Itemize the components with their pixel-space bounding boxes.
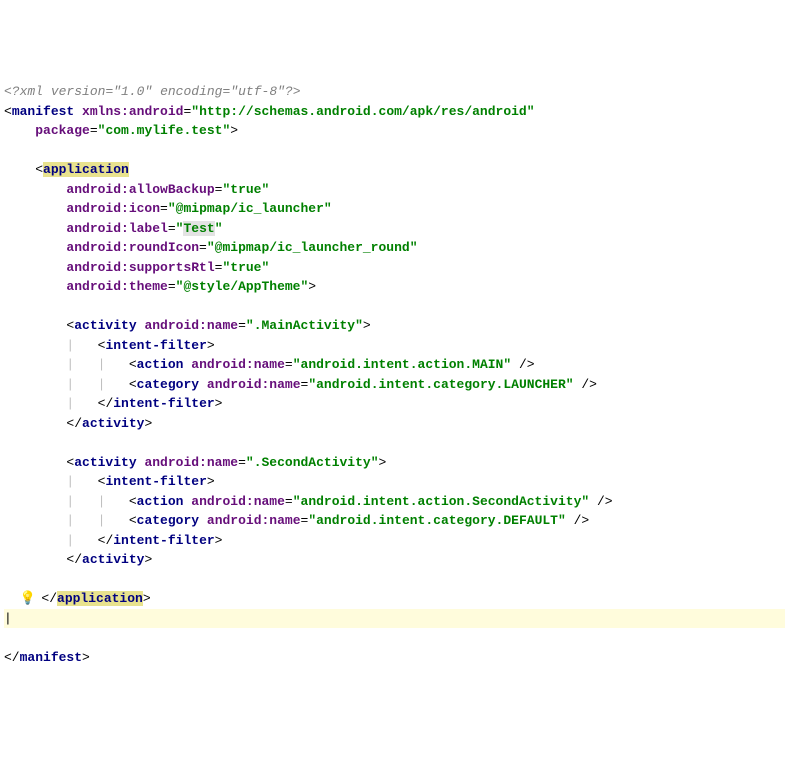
val-roundIcon: "@mipmap/ic_launcher_round"	[207, 240, 418, 255]
activity1-close: activity	[82, 416, 144, 431]
intent-filter1-open: intent-filter	[105, 338, 206, 353]
intent-filter2-open: intent-filter	[105, 474, 206, 489]
application-tag-open: application	[43, 162, 129, 177]
val-allowBackup: "true"	[222, 182, 269, 197]
attr-icon: android:icon	[66, 201, 160, 216]
action1-val: "android.intent.action.MAIN"	[293, 357, 511, 372]
activity1-name-attr: android:name	[144, 318, 238, 333]
attr-roundIcon: android:roundIcon	[66, 240, 199, 255]
activity2-close: activity	[82, 552, 144, 567]
xmlns-attr: xmlns:android	[82, 104, 183, 119]
activity1-name-val: ".MainActivity"	[246, 318, 363, 333]
application-tag-close: application	[57, 591, 143, 606]
caret-line[interactable]: |	[4, 609, 785, 629]
category1-attr: android:name	[207, 377, 301, 392]
val-label: "Test"	[176, 221, 223, 236]
val-supportsRtl: "true"	[222, 260, 269, 275]
xmlns-val: "http://schemas.android.com/apk/res/andr…	[191, 104, 534, 119]
action2-val: "android.intent.action.SecondActivity"	[293, 494, 589, 509]
attr-theme: android:theme	[66, 279, 167, 294]
activity2-name-val: ".SecondActivity"	[246, 455, 379, 470]
action2-attr: android:name	[191, 494, 285, 509]
action2-tag: action	[137, 494, 184, 509]
manifest-tag: manifest	[12, 104, 74, 119]
lightbulb-icon[interactable]: 💡	[20, 589, 34, 609]
manifest-close: manifest	[20, 650, 82, 665]
activity2-tag: activity	[74, 455, 136, 470]
val-theme: "@style/AppTheme"	[176, 279, 309, 294]
category2-tag: category	[137, 513, 199, 528]
category2-val: "android.intent.category.DEFAULT"	[308, 513, 565, 528]
package-attr: package	[35, 123, 90, 138]
category1-tag: category	[137, 377, 199, 392]
activity2-name-attr: android:name	[144, 455, 238, 470]
xml-declaration: <?xml version="1.0" encoding="utf-8"?>	[4, 84, 301, 99]
action1-attr: android:name	[191, 357, 285, 372]
attr-supportsRtl: android:supportsRtl	[66, 260, 214, 275]
code-editor[interactable]: <?xml version="1.0" encoding="utf-8"?> <…	[4, 82, 785, 667]
category1-val: "android.intent.category.LAUNCHER"	[308, 377, 573, 392]
intent-filter2-close: intent-filter	[113, 533, 214, 548]
category2-attr: android:name	[207, 513, 301, 528]
action1-tag: action	[137, 357, 184, 372]
package-val: "com.mylife.test"	[98, 123, 231, 138]
attr-allowBackup: android:allowBackup	[66, 182, 214, 197]
activity1-tag: activity	[74, 318, 136, 333]
intent-filter1-close: intent-filter	[113, 396, 214, 411]
val-icon: "@mipmap/ic_launcher"	[168, 201, 332, 216]
attr-label: android:label	[66, 221, 167, 236]
